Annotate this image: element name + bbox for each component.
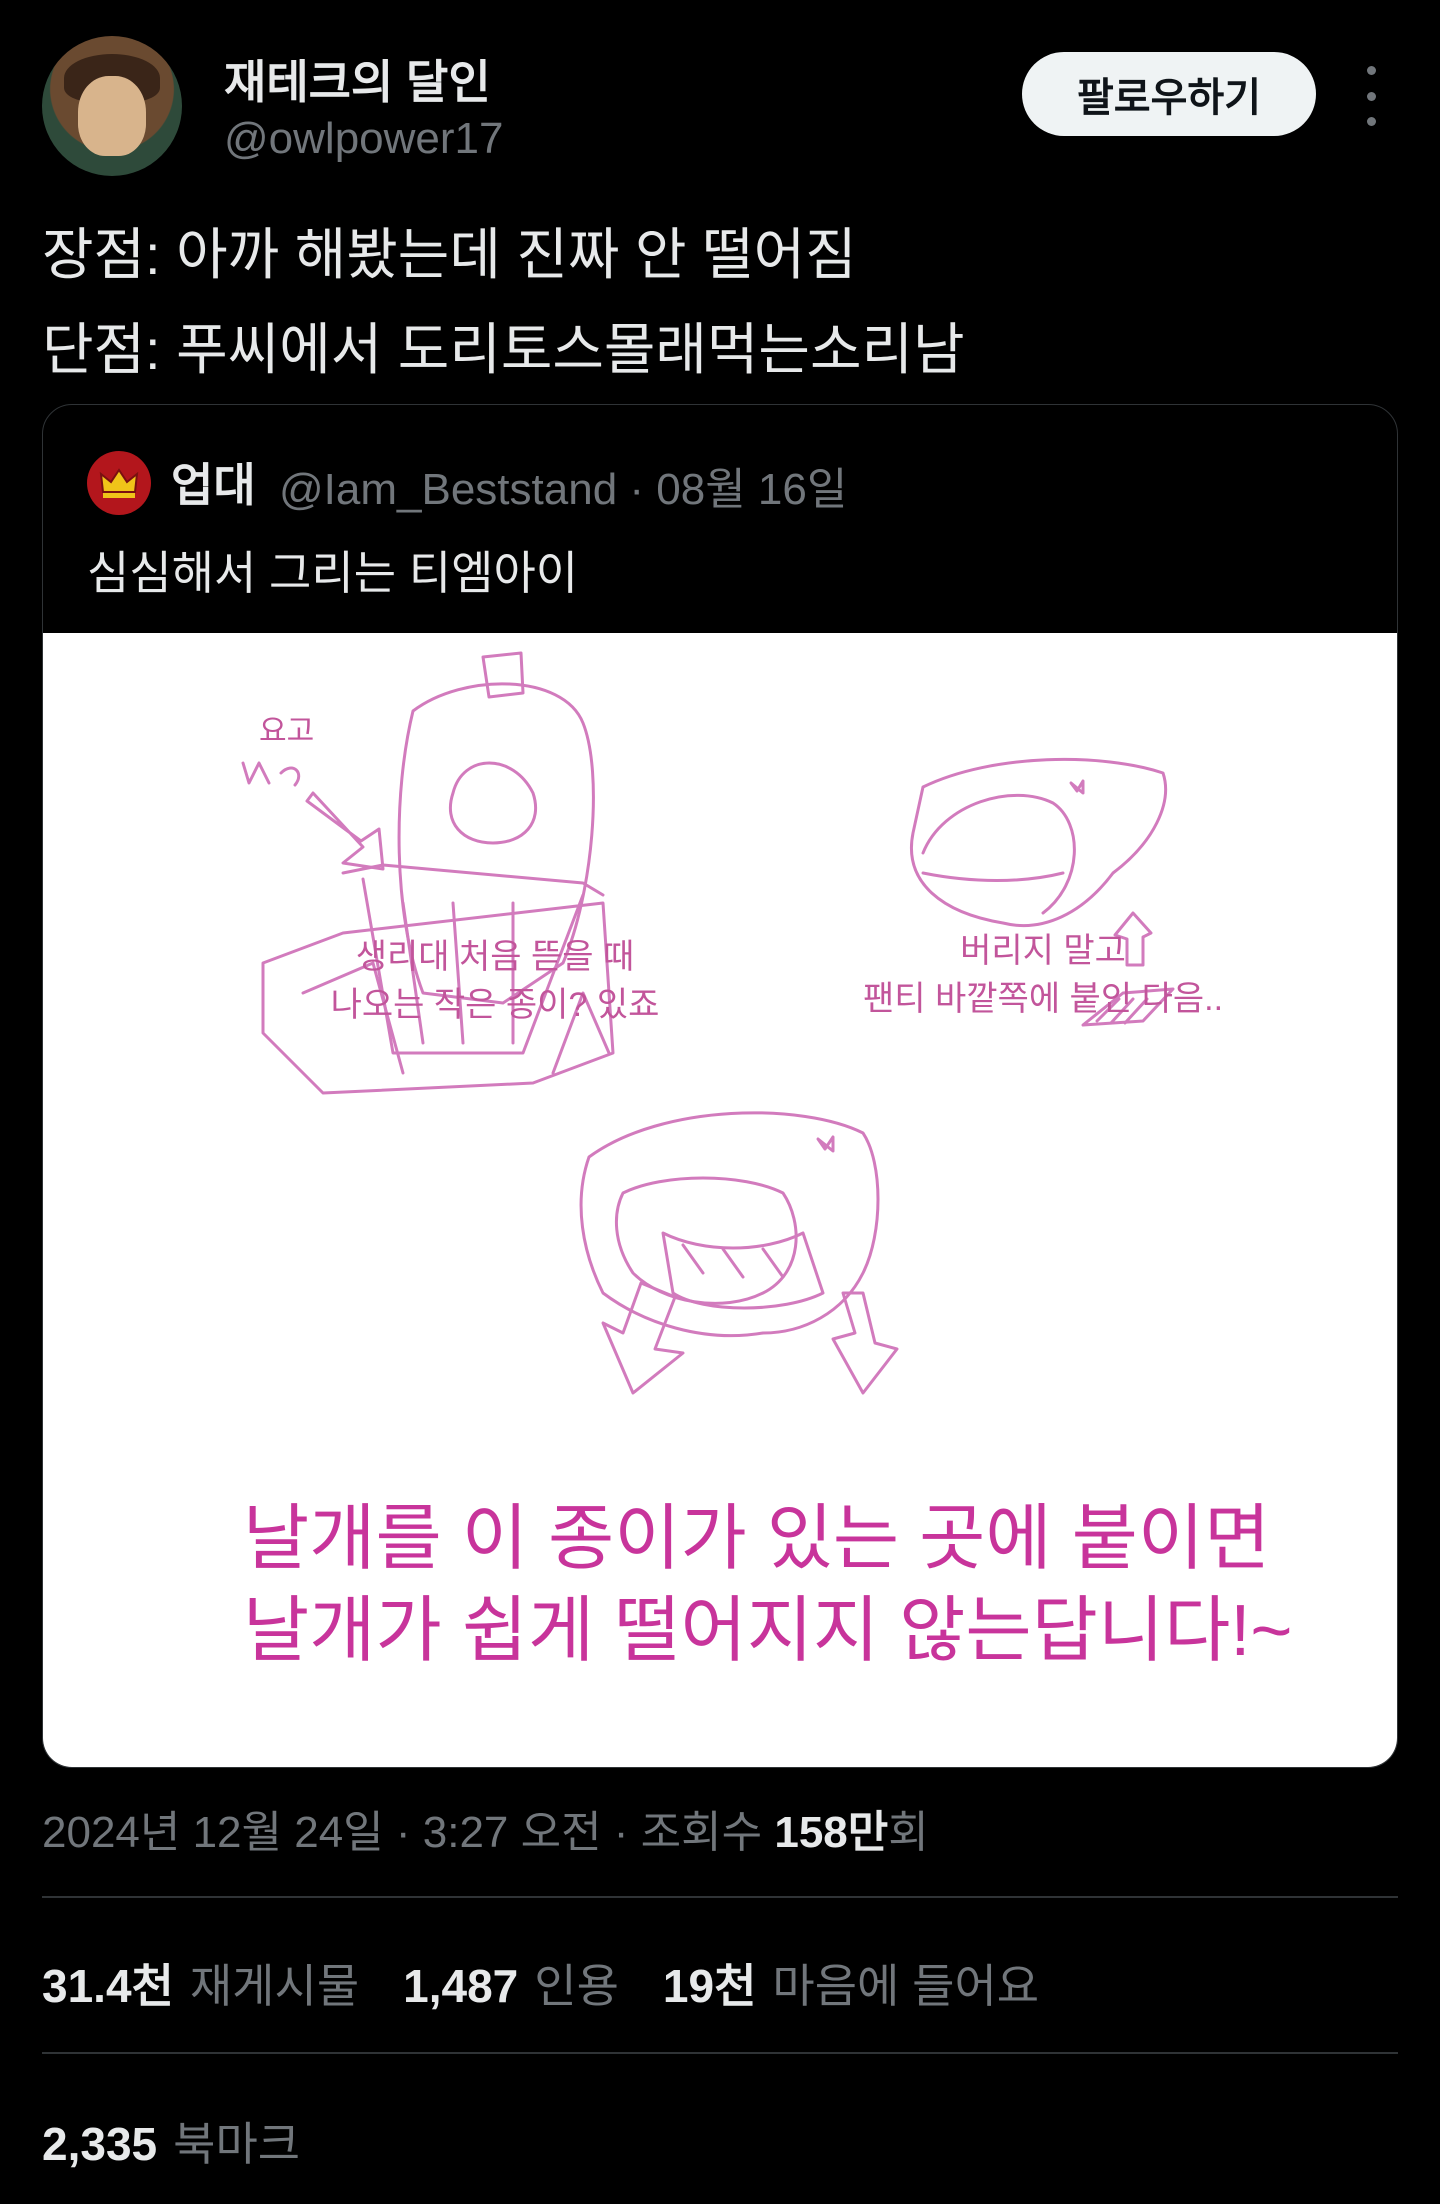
divider-1 [42, 1896, 1398, 1898]
caption-left-line-2: 나오는 작은 종이? 있죠 [330, 986, 660, 1024]
caption-right-line-2: 팬티 바깥쪽에 붙인 다음.. [862, 980, 1224, 1018]
underwear-bow [1069, 779, 1085, 795]
quote-author-avatar [87, 451, 151, 515]
quote-image[interactable]: 요고 생리대 처음 뜯을 때 나오는 작은 종이? 있죠 버리지 말고 팬티 바… [43, 633, 1397, 1767]
arrow-down-right [831, 1291, 899, 1395]
quote-author-name: 업대 [171, 459, 256, 511]
divider-2 [42, 2052, 1398, 2054]
view-count: 158만 [774, 1808, 889, 1857]
reposts-stat[interactable]: 31.4천 재게시물 [42, 1950, 359, 2016]
pad-in-underwear [661, 1231, 825, 1310]
bookmarks-count: 2,335 [42, 2118, 158, 2170]
author-avatar[interactable] [42, 36, 182, 176]
quoted-tweet-card[interactable]: 업대 @Iam_Beststand · 08월 16일 심심해서 그리는 티엠아… [42, 404, 1398, 1768]
caption-bottom: 날개를 이 종이가 있는 곳에 붙이면 날개가 쉽게 떨어지지 않는답니다!~ [243, 1493, 1293, 1677]
view-suffix: 회 [888, 1808, 929, 1857]
likes-count: 19천 [662, 1960, 757, 2012]
arrow-to-paper [305, 791, 385, 871]
tweet-text-line-2: 단점: 푸씨에서 도리토스몰래먹는소리남 [42, 318, 965, 381]
bookmarks-stat[interactable]: 2,335 북마크 [42, 2108, 300, 2174]
avatar-face [78, 76, 146, 156]
caption-left: 생리대 처음 뜯을 때 나오는 작은 종이? 있죠 [285, 933, 705, 1029]
reposts-label: 재게시물 [189, 1960, 360, 2012]
caption-left-line-1: 생리대 처음 뜯을 때 [355, 938, 635, 976]
tweet-datetime[interactable]: 2024년 12월 24일 · 3:27 오전 · 조회수 [42, 1808, 774, 1857]
caption-right: 버리지 말고 팬티 바깥쪽에 붙인 다음.. [813, 927, 1273, 1023]
caption-bottom-line-2: 날개가 쉽게 떨어지지 않는답니다!~ [243, 1591, 1293, 1671]
arrow-down-left [601, 1281, 685, 1395]
bookmarks-label: 북마크 [173, 2118, 301, 2170]
release-paper-tab [481, 651, 525, 699]
tweet-text-line-1: 장점: 아까 해봤는데 진짜 안 떨어짐 [42, 223, 857, 286]
label-here: 요고 [259, 715, 315, 748]
follow-button[interactable]: 팔로우하기 [1022, 52, 1316, 136]
likes-label: 마음에 들어요 [772, 1960, 1040, 2012]
reposts-count: 31.4천 [42, 1960, 174, 2012]
caption-right-line-1: 버리지 말고 [960, 932, 1126, 970]
quotes-stat[interactable]: 1,487 인용 [403, 1950, 619, 2016]
quote-text: 심심해서 그리는 티엠아이 [87, 547, 579, 599]
author-display-name[interactable]: 재테크의 달인 [224, 46, 491, 112]
caption-bottom-line-1: 날개를 이 종이가 있는 곳에 붙이면 [243, 1499, 1271, 1579]
quote-author-handle: @Iam_Beststand · 08월 16일 [279, 465, 848, 514]
quotes-count: 1,487 [403, 1960, 519, 2012]
author-handle[interactable]: @owlpower17 [224, 114, 503, 164]
crown-icon [99, 468, 139, 498]
more-options-icon[interactable] [1356, 66, 1386, 126]
pad-top-inner [448, 761, 538, 845]
tweet-header: 재테크의 달인 @owlpower17 팔로우하기 [42, 36, 1398, 186]
tweet-meta: 2024년 12월 24일 · 3:27 오전 · 조회수 158만회 [42, 1796, 929, 1860]
engagement-stats: 31.4천 재게시물 1,487 인용 19천 마음에 들어요 [42, 1950, 1039, 2016]
quotes-label: 인용 [534, 1960, 619, 2012]
label-mark [241, 761, 271, 785]
underwear-bottom-bow [816, 1135, 835, 1153]
likes-stat[interactable]: 19천 마음에 들어요 [663, 1950, 1039, 2016]
underwear-top-outline [910, 757, 1168, 928]
